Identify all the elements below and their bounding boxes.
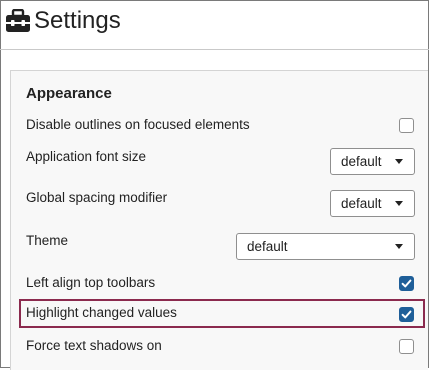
header-divider <box>0 49 429 50</box>
theme-label: Theme <box>26 233 69 248</box>
app-font-size-label: Application font size <box>26 149 147 164</box>
force-text-shadows-label: Force text shadows on <box>26 338 162 353</box>
app-font-size-value: default <box>341 154 382 169</box>
chevron-down-icon <box>395 201 403 206</box>
app-font-size-select[interactable]: default <box>330 148 415 175</box>
checkmark-icon <box>401 279 412 288</box>
chevron-down-icon <box>395 244 403 249</box>
toolbox-icon <box>5 8 31 33</box>
spacing-modifier-select[interactable]: default <box>330 190 415 217</box>
left-align-toolbars-label: Left align top toolbars <box>26 275 156 290</box>
page-title: Settings <box>34 7 121 34</box>
theme-value: default <box>247 239 288 254</box>
theme-select[interactable]: default <box>236 233 415 260</box>
checkmark-icon <box>401 310 412 319</box>
chevron-down-icon <box>395 159 403 164</box>
force-text-shadows-checkbox[interactable] <box>399 339 414 354</box>
spacing-modifier-label: Global spacing modifier <box>26 190 168 205</box>
highlight-changed-values-checkbox[interactable] <box>399 307 414 322</box>
disable-outlines-label: Disable outlines on focused elements <box>26 117 250 132</box>
disable-outlines-checkbox[interactable] <box>399 118 414 133</box>
spacing-modifier-value: default <box>341 196 382 211</box>
highlight-changed-values-label: Highlight changed values <box>26 305 177 320</box>
left-align-toolbars-checkbox[interactable] <box>399 276 414 291</box>
settings-header: Settings <box>0 0 429 49</box>
section-title-appearance: Appearance <box>26 85 112 102</box>
